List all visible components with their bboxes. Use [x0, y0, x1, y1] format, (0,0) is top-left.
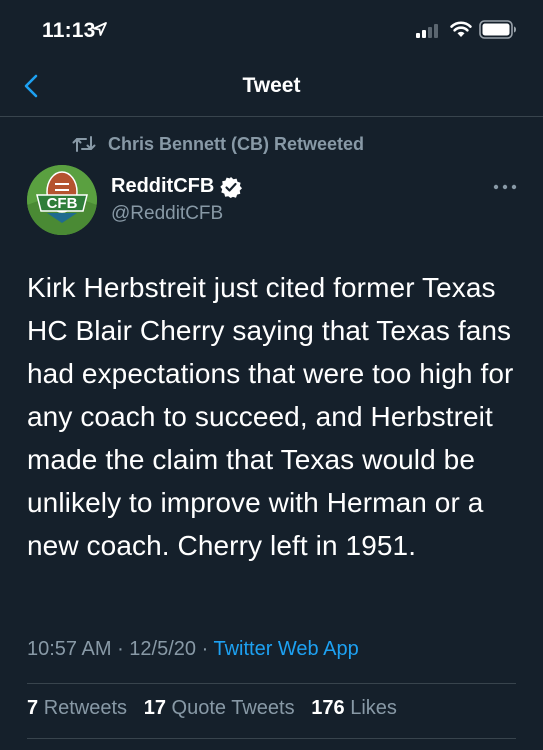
likes-label: Likes: [350, 697, 397, 719]
battery-icon: [479, 20, 516, 39]
page-title: Tweet: [242, 74, 301, 97]
tweet-stats: 7 Retweets 17 Quote Tweets 176 Likes: [27, 697, 397, 720]
tweet-date: 12/5/20: [129, 638, 197, 660]
tweet-time: 10:57 AM: [27, 638, 112, 660]
quotes-label: Quote Tweets: [171, 697, 295, 719]
retweets-stat[interactable]: 7 Retweets: [27, 697, 127, 719]
quote-tweets-stat[interactable]: 17 Quote Tweets: [144, 697, 295, 719]
more-horizontal-icon[interactable]: [492, 180, 518, 194]
wifi-icon: [450, 21, 472, 37]
status-bar: 11:13: [0, 0, 543, 58]
retweets-count: 7: [27, 697, 39, 719]
verified-badge-icon: [220, 176, 243, 198]
meta-separator: ·: [117, 638, 130, 660]
tweet-meta: 10:57 AM · 12/5/20 · Twitter Web App: [27, 638, 359, 661]
cellular-signal-icon: [416, 24, 438, 38]
author-handle[interactable]: @RedditCFB: [111, 203, 223, 225]
quotes-count: 17: [143, 697, 166, 719]
retweet-attribution[interactable]: Chris Bennett (CB) Retweeted: [72, 131, 364, 157]
tweet-text: Kirk Herbstreit just cited former Texas …: [27, 272, 514, 561]
author-name-text: RedditCFB: [111, 175, 215, 197]
svg-text:CFB: CFB: [47, 195, 78, 212]
retweets-label: Retweets: [43, 697, 128, 719]
likes-stat[interactable]: 176 Likes: [311, 697, 397, 719]
likes-count: 176: [311, 697, 345, 719]
nav-bar: Tweet: [0, 58, 543, 117]
author-name[interactable]: RedditCFB: [111, 175, 243, 198]
avatar-logo: CFB: [27, 165, 97, 235]
avatar[interactable]: CFB: [27, 165, 97, 235]
divider: [27, 738, 516, 739]
divider: [27, 683, 516, 684]
retweet-icon: [72, 136, 96, 152]
location-arrow-icon: [93, 22, 107, 36]
retweet-label: Chris Bennett (CB) Retweeted: [108, 133, 365, 154]
status-time: 11:13: [42, 19, 96, 42]
meta-separator: ·: [201, 638, 214, 660]
tweet-source-link[interactable]: Twitter Web App: [213, 638, 358, 660]
